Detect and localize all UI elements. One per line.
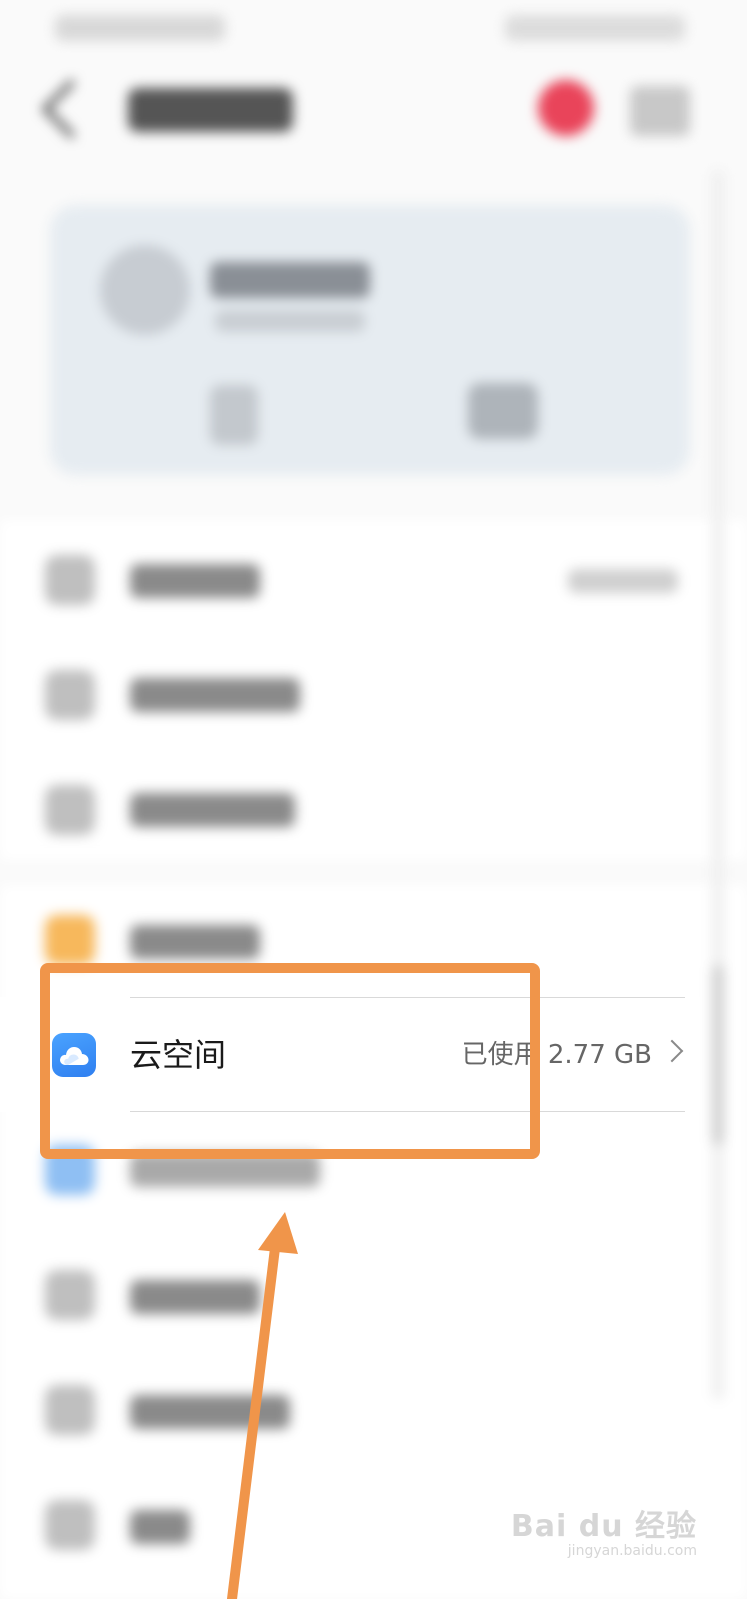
watermark: Bai du 经验 jingyan.baidu.com bbox=[511, 1501, 697, 1559]
watermark-url: jingyan.baidu.com bbox=[567, 1543, 697, 1559]
watermark-logo: Bai du 经验 bbox=[510, 1509, 697, 1544]
annotation-arrow bbox=[227, 1212, 298, 1599]
phone-screen: 云空间 已使用 2.77 GB Bai du 经验 jingyan.baidu.… bbox=[0, 0, 747, 1599]
